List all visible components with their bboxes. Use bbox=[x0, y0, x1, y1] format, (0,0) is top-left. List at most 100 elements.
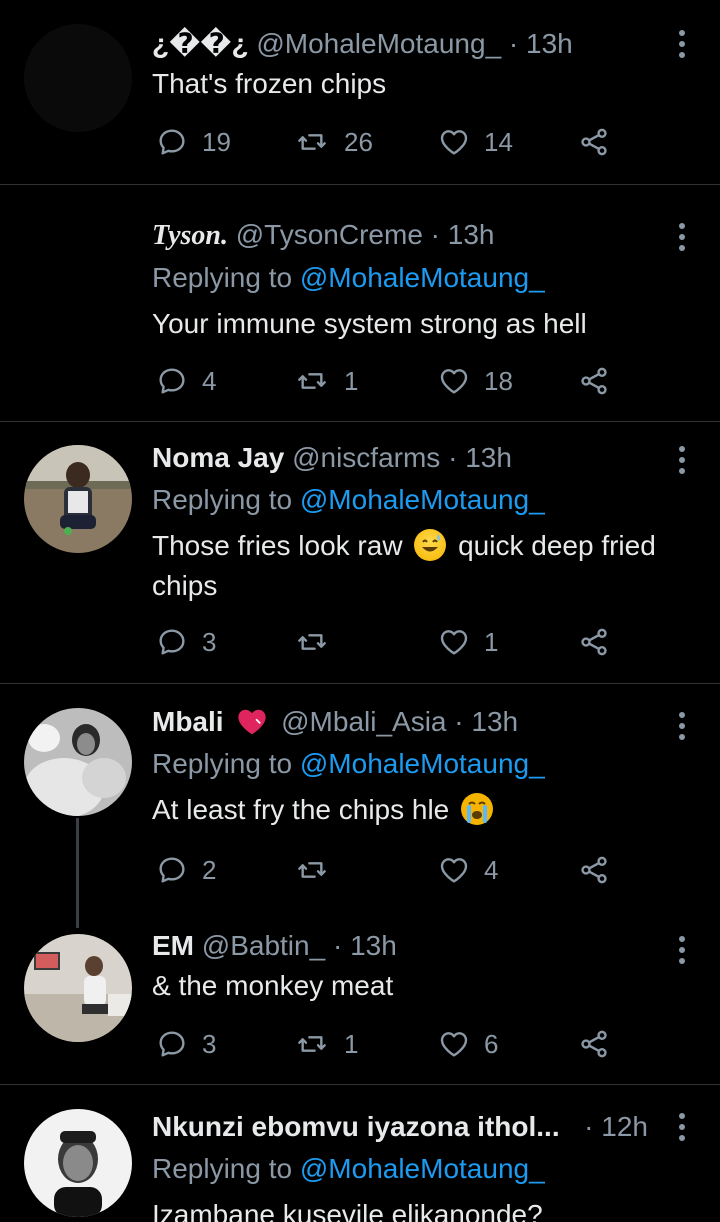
timestamp[interactable]: 13h bbox=[350, 930, 397, 961]
more-options-icon[interactable] bbox=[678, 712, 686, 740]
more-options-icon[interactable] bbox=[678, 446, 686, 474]
author-handle[interactable]: @TysonCreme bbox=[236, 219, 423, 250]
share-button[interactable] bbox=[578, 122, 610, 162]
tweet-text: Your immune system strong as hell bbox=[152, 308, 587, 339]
tweet-card[interactable]: Tyson. @TysonCreme · 13h Replying to @Mo… bbox=[0, 185, 720, 421]
more-options-icon[interactable] bbox=[678, 1113, 686, 1141]
retweet-button[interactable]: 26 bbox=[294, 122, 373, 162]
tweet-card[interactable]: Noma Jay @niscfarms · 13h Replying to @M… bbox=[0, 422, 720, 683]
reply-feed: ¿��¿ @MohaleMotaung_ · 13h That's frozen… bbox=[0, 0, 720, 1222]
mention-link[interactable]: @MohaleMotaung_ bbox=[300, 262, 545, 293]
tweet-card[interactable]: ¿��¿ @MohaleMotaung_ · 13h That's frozen… bbox=[0, 0, 720, 184]
author-name[interactable]: Noma Jay bbox=[152, 442, 284, 473]
action-bar: 3 1 6 bbox=[152, 1024, 612, 1064]
retweet-button[interactable] bbox=[294, 622, 344, 662]
timestamp[interactable]: 13h bbox=[465, 442, 512, 473]
more-options-icon[interactable] bbox=[678, 936, 686, 964]
author-handle[interactable]: @Mbali_Asia bbox=[281, 706, 446, 737]
separator-dot: · bbox=[454, 706, 464, 737]
tweet-meta: · 12h bbox=[584, 1109, 648, 1145]
retweet-button[interactable]: 1 bbox=[294, 361, 358, 401]
tweet-card[interactable]: Nkunzi ebomvu iyazona ithol... Replying … bbox=[0, 1085, 720, 1222]
author-name[interactable]: ¿��¿ bbox=[152, 28, 249, 59]
avatar[interactable] bbox=[24, 24, 132, 132]
tweet-text: At least fry the chips hle bbox=[152, 790, 660, 830]
share-icon bbox=[578, 1028, 610, 1060]
tweet-text: Izambane kusevile elikanonde? bbox=[152, 1199, 543, 1222]
like-icon bbox=[438, 626, 470, 658]
timestamp[interactable]: 12h bbox=[601, 1111, 648, 1142]
tweet-text-part: At least fry the chips hle bbox=[152, 794, 450, 825]
crying-face-emoji-icon bbox=[461, 793, 494, 825]
reply-button[interactable]: 2 bbox=[156, 850, 216, 890]
author-name[interactable]: Nkunzi ebomvu iyazona ithol... bbox=[152, 1111, 560, 1142]
tweet-card[interactable]: EM @Babtin_ · 13h & the monkey meat 3 1 … bbox=[0, 904, 720, 1084]
separator-dot: · bbox=[448, 442, 458, 473]
mention-link[interactable]: @MohaleMotaung_ bbox=[300, 1153, 545, 1184]
avatar[interactable] bbox=[24, 708, 132, 816]
share-button[interactable] bbox=[578, 850, 610, 890]
more-options-icon[interactable] bbox=[678, 223, 686, 251]
tweet-text: That's frozen chips bbox=[152, 68, 387, 99]
more-options-icon[interactable] bbox=[678, 30, 686, 58]
separator-dot: · bbox=[430, 219, 440, 250]
retweet-count: 1 bbox=[344, 365, 359, 396]
like-button[interactable]: 4 bbox=[438, 850, 498, 890]
avatar[interactable] bbox=[24, 1109, 132, 1217]
reply-button[interactable]: 3 bbox=[156, 622, 216, 662]
author-handle[interactable]: @Babtin_ bbox=[202, 930, 325, 961]
share-button[interactable] bbox=[578, 1024, 610, 1064]
share-icon bbox=[578, 126, 610, 158]
author-name[interactable]: Tyson. bbox=[152, 220, 228, 251]
tweet-header: ¿��¿ @MohaleMotaung_ · 13h bbox=[152, 26, 660, 62]
like-button[interactable]: 6 bbox=[438, 1024, 498, 1064]
reply-icon bbox=[156, 854, 188, 886]
reply-icon bbox=[156, 626, 188, 658]
reply-icon bbox=[156, 1028, 188, 1060]
avatar[interactable] bbox=[24, 445, 132, 553]
reply-button[interactable]: 3 bbox=[156, 1024, 216, 1064]
retweet-button[interactable] bbox=[294, 850, 344, 890]
tweet-card[interactable]: Mbali @Mbali_Asia · 13h Replying to @Moh… bbox=[0, 684, 720, 904]
replying-to-label: Replying to bbox=[152, 262, 293, 293]
tweet-header: Mbali @Mbali_Asia · 13h bbox=[152, 704, 660, 740]
like-count: 14 bbox=[484, 126, 513, 157]
author-handle[interactable]: @MohaleMotaung_ bbox=[256, 28, 501, 59]
replying-to-label: Replying to bbox=[152, 1153, 293, 1184]
action-bar: 19 26 14 bbox=[152, 122, 612, 162]
mention-link[interactable]: @MohaleMotaung_ bbox=[300, 484, 545, 515]
timestamp[interactable]: 13h bbox=[471, 706, 518, 737]
share-button[interactable] bbox=[578, 622, 610, 662]
author-name[interactable]: Mbali bbox=[152, 706, 224, 737]
action-bar: 2 4 bbox=[152, 850, 612, 890]
retweet-button[interactable]: 1 bbox=[294, 1024, 358, 1064]
like-button[interactable]: 18 bbox=[438, 361, 513, 401]
like-count: 18 bbox=[484, 365, 513, 396]
reply-icon bbox=[156, 365, 188, 397]
tweet-text: Those fries look raw quick deep fried ch… bbox=[152, 526, 660, 606]
mention-link[interactable]: @MohaleMotaung_ bbox=[300, 748, 545, 779]
action-bar: 3 1 bbox=[152, 622, 612, 662]
tweet-header: Tyson. @TysonCreme · 13h bbox=[152, 217, 660, 254]
share-icon bbox=[578, 626, 610, 658]
retweet-icon bbox=[294, 626, 330, 658]
retweet-count: 26 bbox=[344, 126, 373, 157]
replying-to: Replying to @MohaleMotaung_ bbox=[152, 1151, 660, 1187]
timestamp[interactable]: 13h bbox=[526, 28, 573, 59]
separator-dot: · bbox=[332, 930, 343, 961]
reply-button[interactable]: 19 bbox=[156, 122, 231, 162]
like-icon bbox=[438, 365, 470, 397]
replying-to-label: Replying to bbox=[152, 484, 293, 515]
retweet-icon bbox=[294, 365, 330, 397]
avatar[interactable] bbox=[24, 934, 132, 1042]
like-button[interactable]: 14 bbox=[438, 122, 513, 162]
retweet-icon bbox=[294, 126, 330, 158]
like-count: 4 bbox=[484, 854, 499, 885]
share-button[interactable] bbox=[578, 361, 610, 401]
timestamp[interactable]: 13h bbox=[448, 219, 495, 250]
author-name[interactable]: EM bbox=[152, 930, 194, 961]
like-button[interactable]: 1 bbox=[438, 622, 498, 662]
author-handle[interactable]: @niscfarms bbox=[292, 442, 440, 473]
replying-to: Replying to @MohaleMotaung_ bbox=[152, 482, 660, 518]
reply-button[interactable]: 4 bbox=[156, 361, 216, 401]
